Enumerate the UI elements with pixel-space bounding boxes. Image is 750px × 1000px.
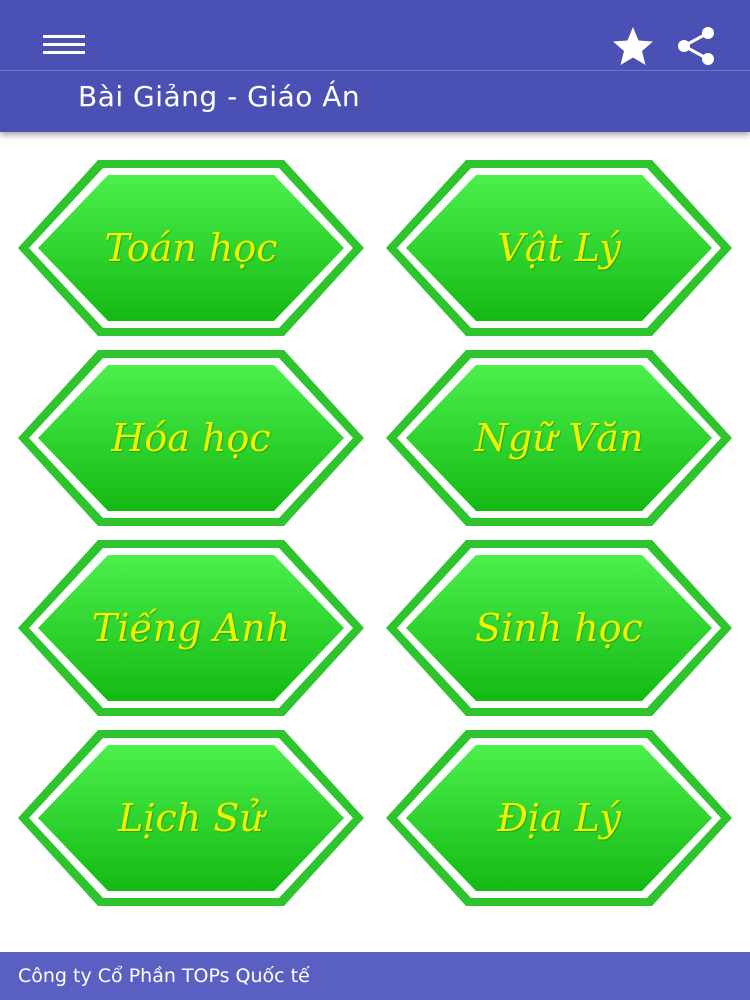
subject-tile-vat-ly[interactable]: Vật Lý: [384, 158, 734, 338]
subject-label: Vật Lý: [497, 226, 621, 270]
hamburger-menu-icon: [43, 35, 85, 54]
favorite-button[interactable]: [608, 24, 658, 68]
subject-label: Ngữ Văn: [474, 416, 644, 460]
page-title: Bài Giảng - Giáo Án: [78, 80, 361, 113]
footer-bar: Công ty Cổ Phần TOPs Quốc tế: [0, 952, 750, 1000]
star-icon: [613, 27, 653, 65]
app-bar-divider: [0, 70, 750, 71]
share-button[interactable]: [672, 24, 720, 68]
subject-label: Lịch Sử: [118, 796, 264, 840]
subject-tile-sinh-hoc[interactable]: Sinh học: [384, 538, 734, 718]
subject-label: Sinh học: [475, 606, 643, 650]
subject-tile-dia-ly[interactable]: Địa Lý: [384, 728, 734, 908]
subject-tile-lich-su[interactable]: Lịch Sử: [16, 728, 366, 908]
subject-label: Toán học: [104, 226, 278, 270]
subject-label: Tiếng Anh: [91, 606, 291, 650]
subject-grid: Toán học Vật Lý Hóa học Ngữ Văn Tiếng An…: [0, 150, 750, 920]
company-name: Công ty Cổ Phần TOPs Quốc tế: [18, 965, 310, 987]
subject-tile-hoa-hoc[interactable]: Hóa học: [16, 348, 366, 528]
subject-label: Hóa học: [111, 416, 271, 460]
subject-label: Địa Lý: [497, 796, 621, 840]
subject-tile-toan-hoc[interactable]: Toán học: [16, 158, 366, 338]
share-icon: [678, 27, 714, 65]
subject-tile-ngu-van[interactable]: Ngữ Văn: [384, 348, 734, 528]
subject-tile-tieng-anh[interactable]: Tiếng Anh: [16, 538, 366, 718]
app-bar: Bài Giảng - Giáo Án: [0, 0, 750, 132]
menu-button[interactable]: [40, 28, 90, 62]
